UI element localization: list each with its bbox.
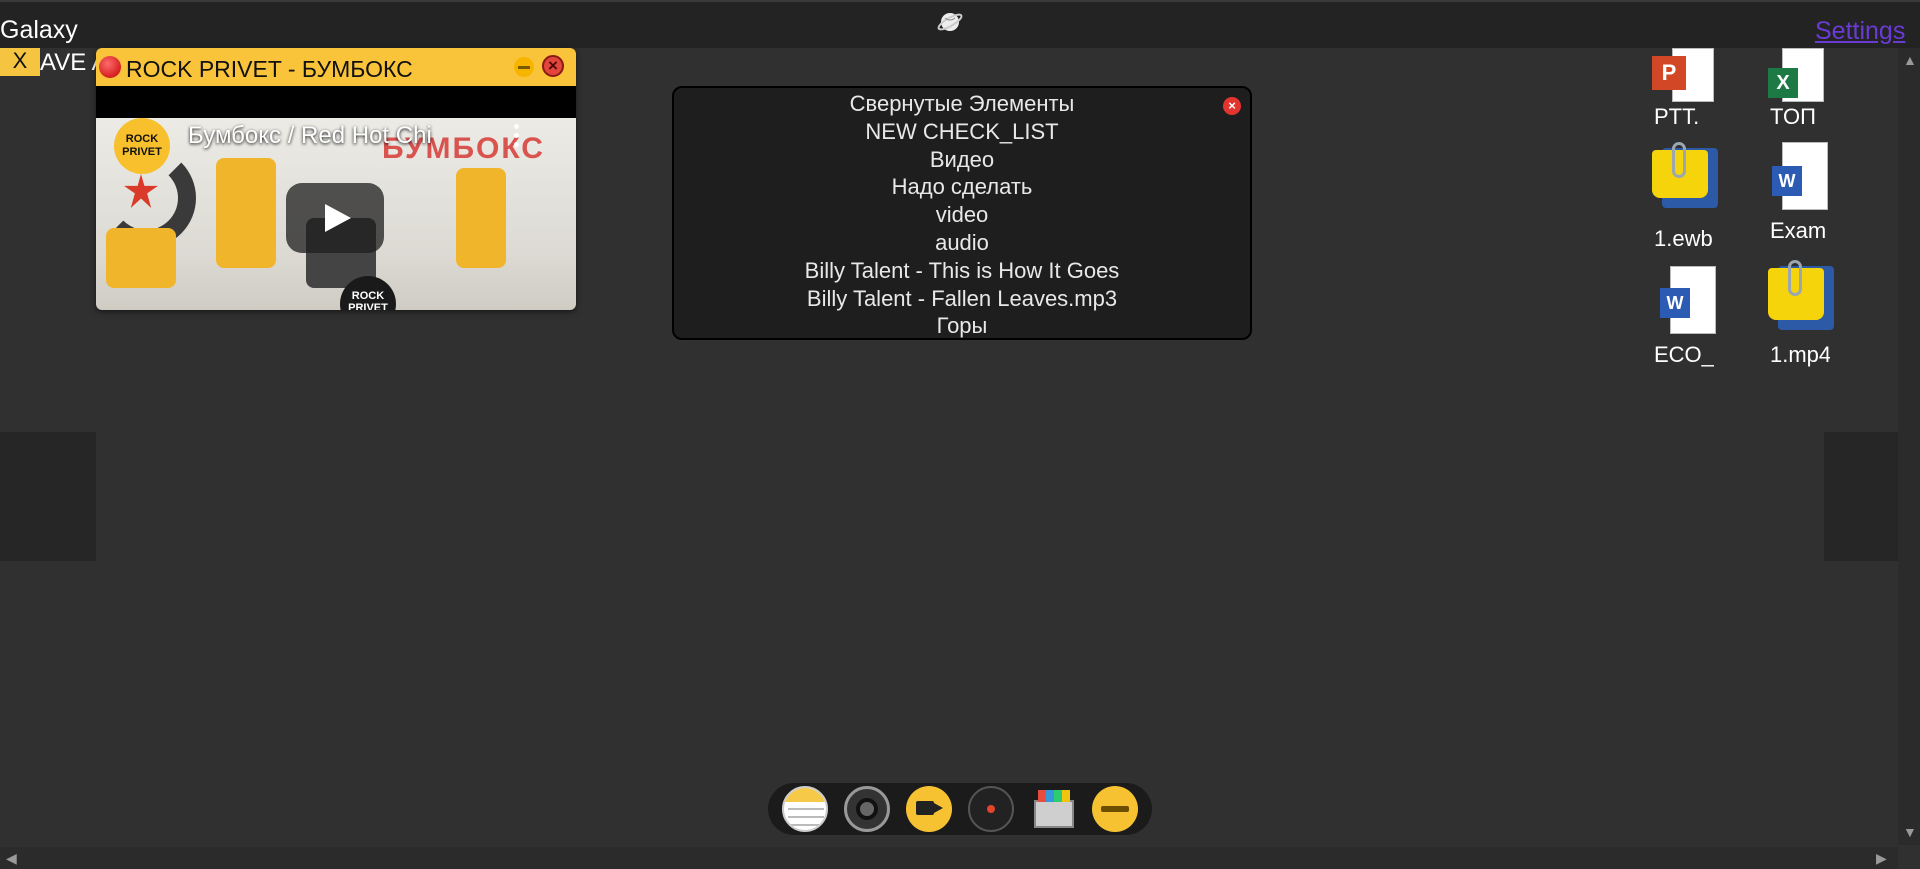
desktop-icon-label: 1.ewb bbox=[1654, 226, 1713, 251]
desktop-icon-label: PTT. bbox=[1654, 104, 1700, 129]
desktop-icon-label: TOП bbox=[1770, 104, 1816, 129]
paperclip bbox=[1672, 142, 1686, 178]
scroll-down-icon[interactable]: ▼ bbox=[1903, 824, 1917, 840]
word-badge: W bbox=[1772, 166, 1802, 196]
settings-link[interactable]: Settings bbox=[1815, 17, 1905, 46]
list-item[interactable]: NEW CHECK_LIST bbox=[674, 118, 1250, 146]
top-bar: Galaxy Settings bbox=[0, 0, 1920, 48]
paperclip bbox=[1788, 260, 1802, 296]
singer-figure bbox=[216, 158, 276, 268]
list-item[interactable]: Billy Talent - This is How It Goes bbox=[674, 257, 1250, 285]
scroll-left-icon[interactable]: ◀ bbox=[6, 850, 17, 867]
list-item[interactable]: audio bbox=[674, 229, 1250, 257]
collapsed-elements-panel: × Свернутые Элементы NEW CHECK_LIST Виде… bbox=[672, 86, 1252, 340]
video-window-title: ROCK PRIVET - БУМБОКС bbox=[126, 56, 413, 82]
collapsed-items-list: Свернутые Элементы NEW CHECK_LIST Видео … bbox=[674, 90, 1250, 340]
scroll-right-icon[interactable]: ▶ bbox=[1876, 850, 1887, 867]
planet-icon[interactable] bbox=[936, 8, 964, 36]
video-window-header[interactable]: ROCK PRIVET - БУМБОКС × bbox=[96, 48, 576, 86]
audio-disc-icon[interactable] bbox=[968, 786, 1014, 832]
right-side-panel bbox=[1824, 432, 1898, 561]
excel-badge: X bbox=[1768, 68, 1798, 98]
video-player[interactable]: БУМБОКС ROCK PRIVET Бумбокс / Red Hot Ch… bbox=[96, 118, 576, 310]
close-tab-button[interactable]: X bbox=[0, 48, 40, 76]
vertical-scrollbar[interactable]: ▲ ▼ bbox=[1898, 48, 1920, 845]
archive-icon[interactable] bbox=[1030, 786, 1076, 832]
notes-icon[interactable] bbox=[782, 786, 828, 832]
bottom-dock bbox=[768, 783, 1152, 835]
bassist-figure bbox=[456, 168, 506, 268]
app-title: Galaxy bbox=[0, 16, 78, 44]
play-button[interactable] bbox=[286, 183, 384, 253]
video-window[interactable]: ROCK PRIVET - БУМБОКС × БУМБОКС ROCK PRI… bbox=[96, 48, 576, 310]
desktop-icon-label: 1.mp4 bbox=[1770, 342, 1830, 367]
desktop-icon-label: Exam bbox=[1770, 218, 1827, 243]
desktop-icon-eco[interactable]: W ECO_ bbox=[1650, 266, 1730, 367]
left-side-panel bbox=[0, 432, 96, 561]
panel-heading: Свернутые Элементы bbox=[849, 91, 1075, 116]
scroll-up-icon[interactable]: ▲ bbox=[1903, 52, 1917, 68]
desktop-icon-ptt[interactable]: P PTT. bbox=[1650, 48, 1730, 148]
more-options-icon[interactable] bbox=[514, 124, 520, 148]
video-title[interactable]: Бумбокс / Red Hot Chi bbox=[188, 122, 432, 150]
list-item[interactable]: Billy Talent - Fallen Leaves.mp3 bbox=[674, 285, 1250, 313]
channel-avatar[interactable]: ROCK PRIVET bbox=[114, 118, 170, 174]
word-icon: W bbox=[1650, 266, 1722, 334]
pin-icon[interactable] bbox=[99, 56, 121, 78]
word-badge: W bbox=[1660, 288, 1690, 318]
list-item[interactable]: Надо сделать bbox=[674, 173, 1250, 201]
camera-icon[interactable] bbox=[844, 786, 890, 832]
powerpoint-badge: P bbox=[1652, 56, 1686, 90]
desktop-icon-mp4[interactable]: 1.mp4 bbox=[1766, 260, 1846, 367]
minimize-window-button[interactable] bbox=[514, 57, 534, 77]
close-window-button[interactable]: × bbox=[542, 55, 564, 77]
list-item[interactable]: Видео bbox=[674, 146, 1250, 174]
desktop-icon-label: ECO_ bbox=[1654, 342, 1714, 367]
horizontal-scrollbar[interactable]: ◀ ▶ bbox=[0, 847, 1898, 869]
clip-file-icon bbox=[1650, 142, 1722, 210]
desktop-icon-exam[interactable]: W Exam bbox=[1766, 142, 1846, 243]
list-item[interactable]: Горы bbox=[674, 312, 1250, 340]
guitarist-figure bbox=[106, 228, 176, 288]
desktop-icon-ewb[interactable]: 1.ewb bbox=[1650, 142, 1730, 251]
clip-file-icon bbox=[1766, 260, 1838, 330]
video-camera-icon[interactable] bbox=[906, 786, 952, 832]
desktop-icon-top[interactable]: X TOП bbox=[1766, 48, 1846, 148]
list-item[interactable]: video bbox=[674, 201, 1250, 229]
word-icon: W bbox=[1766, 142, 1838, 210]
minimize-icon[interactable] bbox=[1092, 786, 1138, 832]
